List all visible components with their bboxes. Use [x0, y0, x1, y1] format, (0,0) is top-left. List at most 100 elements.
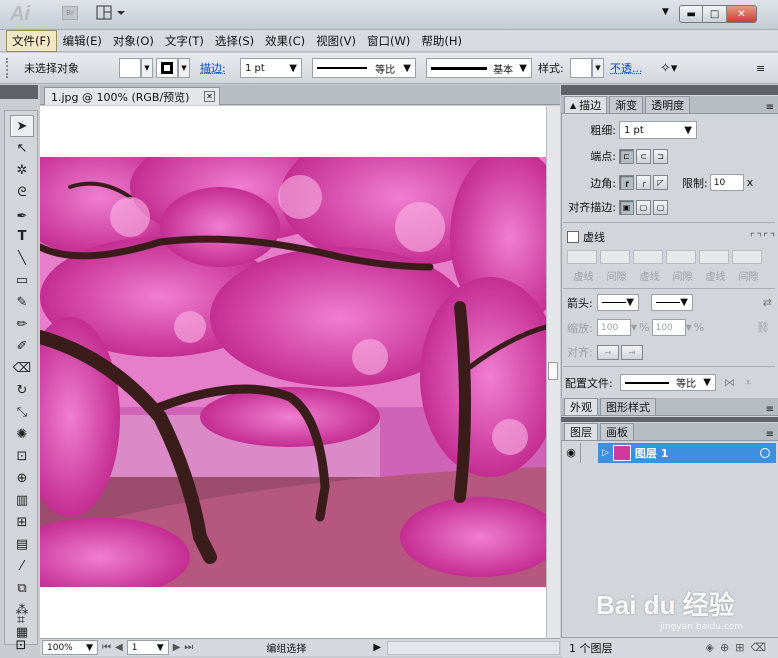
- expand-layer-icon[interactable]: ▷: [602, 448, 609, 458]
- shape-builder-tool-icon[interactable]: ⊕: [10, 467, 34, 489]
- arrange-documents-button[interactable]: [96, 5, 126, 21]
- visibility-eye-icon[interactable]: ◉: [562, 443, 580, 463]
- eraser-tool-icon[interactable]: ⌫: [10, 357, 34, 379]
- close-button[interactable]: ✕: [726, 6, 756, 22]
- zoom-select[interactable]: 100% ▼: [42, 640, 98, 655]
- control-menu-icon[interactable]: ≡: [756, 58, 765, 78]
- start-arrowhead-select[interactable]: ▼: [597, 294, 639, 311]
- lasso-tool-icon[interactable]: ᘓ: [10, 181, 34, 203]
- free-transform-tool-icon[interactable]: ⊡: [10, 445, 34, 467]
- wand-icon[interactable]: ✧▾: [660, 58, 677, 78]
- direct-selection-tool-icon[interactable]: ↖: [10, 137, 34, 159]
- dash-align-icons[interactable]: ⌜ ⌝ ⌜ ⌝: [750, 231, 775, 244]
- layer-row[interactable]: ◉ ▷ 图层 1: [562, 443, 776, 463]
- swap-arrowheads-icon[interactable]: ⇄: [763, 296, 772, 309]
- graph-tool-icon[interactable]: ▥: [10, 489, 34, 511]
- menu-view[interactable]: 视图(V): [311, 31, 361, 51]
- stroke-dropdown[interactable]: ▼: [178, 58, 190, 78]
- end-scale-input[interactable]: 100: [651, 319, 686, 336]
- close-tab-icon[interactable]: ✕: [204, 91, 215, 102]
- horizontal-scrollbar[interactable]: [387, 640, 560, 655]
- round-cap-icon[interactable]: ⊂: [636, 148, 651, 164]
- workspace-switcher[interactable]: ▼: [662, 7, 669, 17]
- layers-menu-icon[interactable]: ≡: [766, 429, 774, 440]
- menu-effect[interactable]: 效果(C): [260, 31, 310, 51]
- warp-tool-icon[interactable]: ✺: [10, 423, 34, 445]
- toolbox-header[interactable]: [0, 85, 38, 99]
- weight-select[interactable]: 1 pt ▼: [619, 121, 697, 139]
- document-tab[interactable]: 1.jpg @ 100% (RGB/预览) ✕: [44, 87, 220, 105]
- stroke-link[interactable]: 描边:: [200, 58, 226, 78]
- layer-actions-icons[interactable]: ◈⊕⊞⌫: [706, 641, 772, 654]
- tab-layers[interactable]: 图层: [564, 423, 598, 440]
- prev-artboard-icon[interactable]: ◀: [115, 642, 123, 653]
- graphic-style-dropdown[interactable]: ▼: [592, 58, 604, 78]
- tab-appearance[interactable]: 外观: [564, 398, 598, 415]
- butt-cap-icon[interactable]: ⊏: [619, 148, 634, 164]
- stroke-weight-select[interactable]: 1 pt ▼: [240, 58, 302, 78]
- dashed-checkbox[interactable]: [567, 231, 579, 243]
- dash-3-input[interactable]: [699, 250, 729, 264]
- profile-select[interactable]: 等比 ▼: [620, 374, 716, 391]
- fill-dropdown[interactable]: ▼: [141, 58, 153, 78]
- arrow-extend-icon[interactable]: →: [597, 344, 619, 360]
- hand-tool-icon[interactable]: ⊡: [8, 638, 34, 656]
- artboard-tool-icon[interactable]: ⌗: [8, 612, 34, 636]
- vertical-scroll-thumb[interactable]: [548, 362, 558, 380]
- tab-stroke[interactable]: ▲ 描边: [564, 96, 608, 113]
- restore-button[interactable]: □: [703, 6, 727, 22]
- rotate-tool-icon[interactable]: ↻: [10, 379, 34, 401]
- align-outside-icon[interactable]: ▢: [653, 199, 668, 215]
- gap-3-input[interactable]: [732, 250, 762, 264]
- layer-name[interactable]: 图层 1: [635, 445, 668, 461]
- control-grip[interactable]: [6, 58, 12, 78]
- pencil-tool-icon[interactable]: ✏: [10, 313, 34, 335]
- menu-select[interactable]: 选择(S): [210, 31, 259, 51]
- gap-2-input[interactable]: [666, 250, 696, 264]
- projecting-cap-icon[interactable]: ⊐: [653, 148, 668, 164]
- gap-1-input[interactable]: [600, 250, 630, 264]
- limit-input[interactable]: 10: [709, 174, 744, 191]
- minimize-button[interactable]: ▬: [680, 6, 704, 22]
- menu-window[interactable]: 窗口(W): [362, 31, 415, 51]
- status-menu-icon[interactable]: ▶: [373, 642, 381, 653]
- menu-type[interactable]: 文字(T): [160, 31, 209, 51]
- paintbrush-tool-icon[interactable]: ✎: [10, 291, 34, 313]
- opacity-link[interactable]: 不透...: [610, 58, 643, 78]
- end-arrowhead-select[interactable]: ▼: [651, 294, 693, 311]
- rectangle-tool-icon[interactable]: ▭: [10, 269, 34, 291]
- selection-tool-icon[interactable]: ➤: [10, 115, 34, 137]
- blob-brush-tool-icon[interactable]: ✐: [10, 335, 34, 357]
- dash-2-input[interactable]: [633, 250, 663, 264]
- last-artboard-icon[interactable]: ⏭: [184, 642, 193, 653]
- start-scale-input[interactable]: 100: [597, 319, 631, 336]
- appearance-menu-icon[interactable]: ≡: [766, 404, 774, 415]
- menu-file[interactable]: 文件(F): [6, 29, 57, 52]
- gradient-tool-icon[interactable]: ▤: [10, 533, 34, 555]
- dash-1-input[interactable]: [567, 250, 597, 264]
- bridge-button[interactable]: Br: [62, 6, 78, 20]
- type-tool-icon[interactable]: T: [10, 225, 34, 247]
- mesh-tool-icon[interactable]: ⊞: [10, 511, 34, 533]
- menu-help[interactable]: 帮助(H): [416, 31, 467, 51]
- brush-definition[interactable]: 基本 ▼: [426, 58, 532, 78]
- first-artboard-icon[interactable]: ⏮: [102, 642, 111, 653]
- tab-artboards[interactable]: 画板: [600, 423, 634, 440]
- align-inside-icon[interactable]: ▢: [636, 199, 651, 215]
- dock-header[interactable]: [561, 85, 778, 95]
- target-icon[interactable]: [760, 448, 770, 458]
- artboard-number-select[interactable]: 1 ▼: [126, 640, 169, 655]
- pen-tool-icon[interactable]: ✒: [10, 205, 34, 227]
- blend-tool-icon[interactable]: ⧉: [10, 577, 34, 599]
- next-artboard-icon[interactable]: ▶: [173, 642, 181, 653]
- flip-along-icon[interactable]: ⩡: [745, 376, 751, 390]
- tab-graphic-styles[interactable]: 图形样式: [600, 398, 656, 415]
- lock-toggle[interactable]: [580, 443, 598, 463]
- panel-menu-icon[interactable]: ≡: [766, 102, 774, 113]
- menu-edit[interactable]: 编辑(E): [58, 31, 107, 51]
- eyedropper-tool-icon[interactable]: ⁄: [10, 555, 34, 577]
- variable-width-profile[interactable]: 等比 ▼: [312, 58, 416, 78]
- flip-across-icon[interactable]: ⋈: [724, 376, 735, 389]
- tab-gradient[interactable]: 渐变: [609, 96, 644, 113]
- arrow-place-icon[interactable]: ⇥: [621, 344, 643, 360]
